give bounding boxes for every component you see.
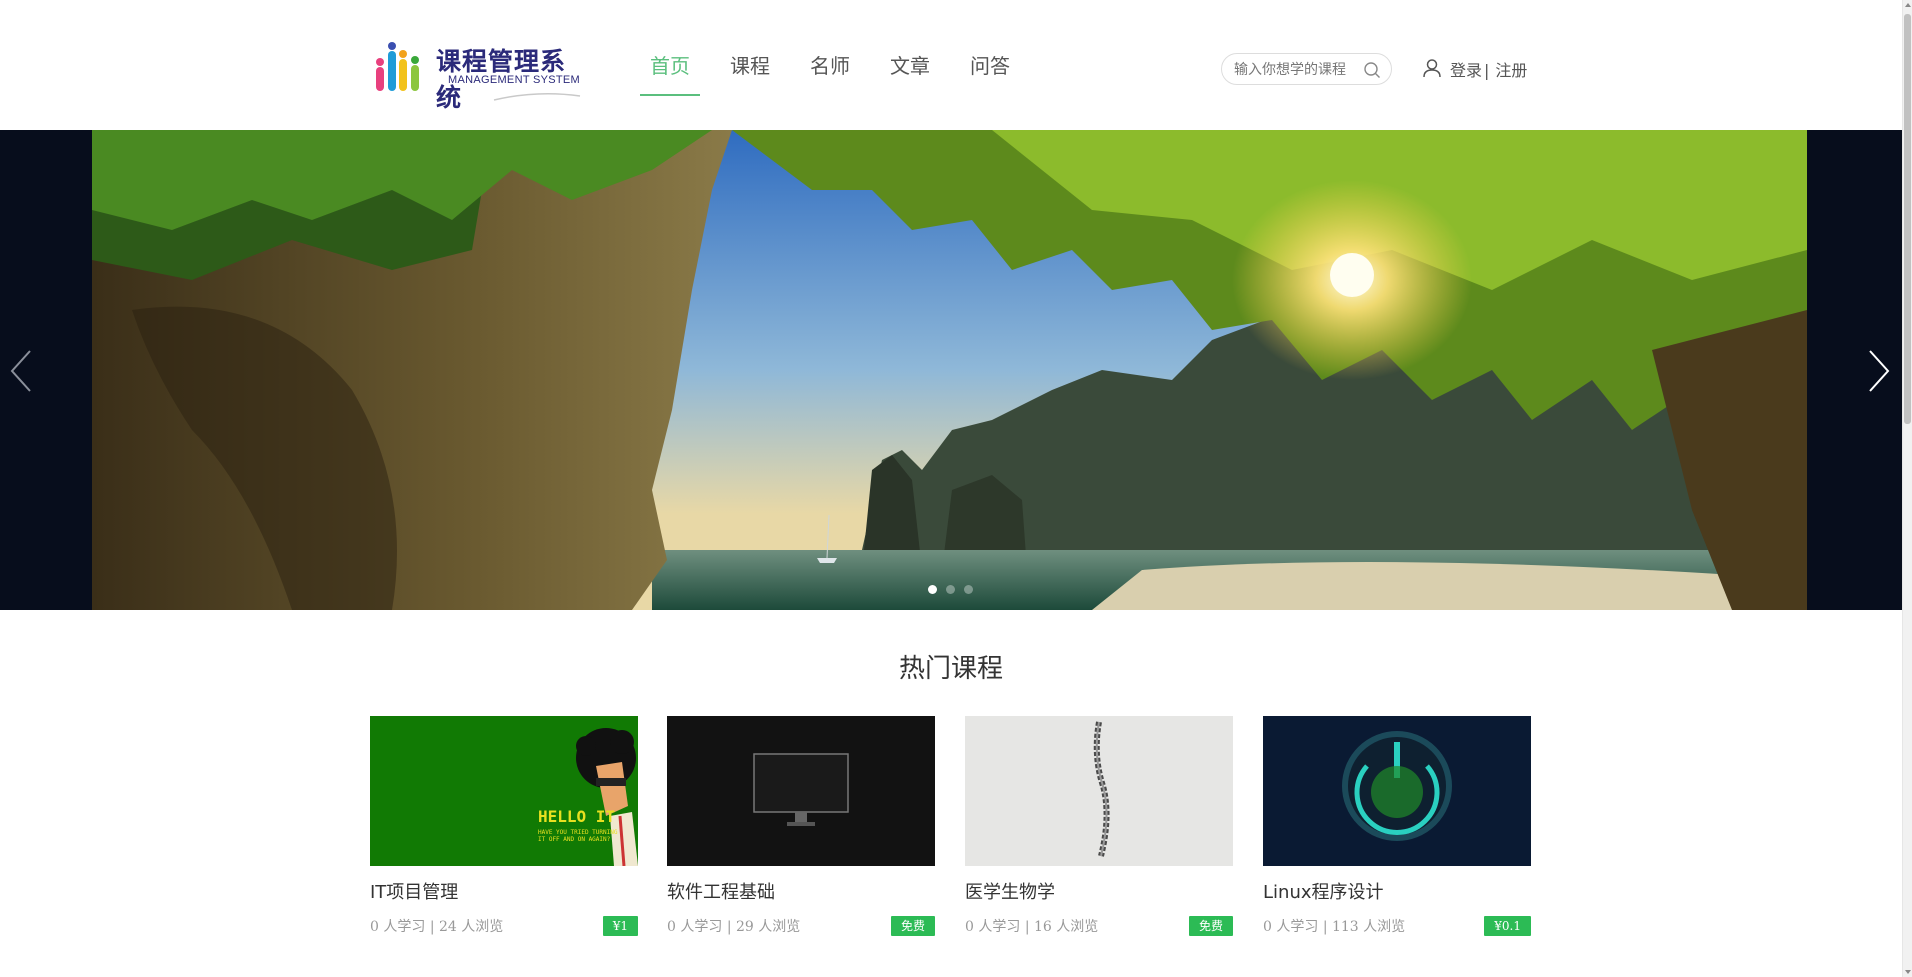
course-title[interactable]: IT项目管理 (370, 878, 638, 903)
auth-separator: | (1484, 61, 1490, 80)
nav-articles[interactable]: 文章 (890, 50, 930, 96)
scrollbar-thumb[interactable] (1904, 14, 1911, 424)
course-card[interactable]: HELLO IT HAVE YOU TRIED TURNING IT OFF A… (370, 716, 638, 936)
meta-separator: | (726, 919, 732, 935)
hero-carousel (0, 130, 1902, 610)
course-meta: 0 人学习 | 29 人浏览 免费 (667, 916, 935, 936)
course-thumbnail[interactable] (1263, 716, 1531, 866)
search-box (1221, 53, 1392, 85)
meta-separator: | (1024, 919, 1030, 935)
course-thumbnail[interactable] (965, 716, 1233, 866)
course-thumbnail[interactable]: HELLO IT HAVE YOU TRIED TURNING IT OFF A… (370, 716, 638, 866)
chevron-right-icon[interactable] (1866, 348, 1892, 394)
course-title[interactable]: 软件工程基础 (667, 878, 935, 903)
nav-courses[interactable]: 课程 (730, 50, 770, 96)
course-meta: 0 人学习 | 24 人浏览 ¥1 (370, 916, 638, 936)
course-card[interactable]: 医学生物学 0 人学习 | 16 人浏览 免费 (965, 716, 1233, 936)
logo-subtitle: MANAGEMENT SYSTEM (448, 74, 581, 86)
search-icon[interactable] (1363, 61, 1381, 79)
price-badge: 免费 (1188, 916, 1233, 936)
course-learners: 0 人学习 (965, 919, 1021, 935)
login-link[interactable]: 登录 (1450, 61, 1482, 80)
course-meta: 0 人学习 | 113 人浏览 ¥0.1 (1263, 916, 1531, 936)
svg-text:HELLO IT: HELLO IT (538, 807, 615, 826)
site-logo[interactable]: 课程管理系统 MANAGEMENT SYSTEM (372, 38, 582, 112)
course-meta: 0 人学习 | 16 人浏览 免费 (965, 916, 1233, 936)
course-title[interactable]: 医学生物学 (965, 878, 1233, 903)
course-card[interactable]: 软件工程基础 0 人学习 | 29 人浏览 免费 (667, 716, 935, 936)
course-views: 113 人浏览 (1331, 919, 1406, 935)
user-icon (1423, 59, 1441, 78)
course-views: 24 人浏览 (438, 919, 504, 935)
scroll-down-icon[interactable] (1905, 970, 1911, 974)
page-scrollbar[interactable] (1902, 0, 1912, 977)
carousel-indicators (928, 585, 982, 594)
logo-figures-icon (376, 42, 419, 91)
svg-text:IT OFF AND ON AGAIN?: IT OFF AND ON AGAIN? (538, 836, 611, 843)
search-input[interactable] (1234, 60, 1364, 80)
meta-separator: | (429, 919, 435, 935)
price-badge: ¥0.1 (1484, 916, 1531, 936)
course-views: 29 人浏览 (735, 919, 801, 935)
logo-swoosh-icon (493, 93, 581, 101)
meta-separator: | (1322, 919, 1328, 935)
course-learners: 0 人学习 (667, 919, 723, 935)
nav-home[interactable]: 首页 (640, 50, 700, 96)
course-thumbnail[interactable] (667, 716, 935, 866)
auth-links: 登录 | 注册 (1450, 57, 1527, 81)
carousel-dot-1[interactable] (928, 585, 937, 594)
course-views: 16 人浏览 (1033, 919, 1099, 935)
carousel-dot-2[interactable] (946, 585, 955, 594)
register-link[interactable]: 注册 (1495, 61, 1527, 80)
section-title-hot-courses: 热门课程 (898, 654, 1003, 684)
site-header: 课程管理系统 MANAGEMENT SYSTEM 首页 课程 名师 文章 问答 … (0, 0, 1902, 130)
course-card[interactable]: Linux程序设计 0 人学习 | 113 人浏览 ¥0.1 (1263, 716, 1531, 936)
course-learners: 0 人学习 (1263, 919, 1319, 935)
svg-text:HAVE YOU TRIED TURNING: HAVE YOU TRIED TURNING (538, 829, 618, 836)
price-badge: ¥1 (602, 916, 638, 936)
chevron-left-icon[interactable] (8, 348, 34, 394)
course-learners: 0 人学习 (370, 919, 426, 935)
nav-qa[interactable]: 问答 (970, 50, 1010, 96)
scroll-up-icon[interactable] (1905, 3, 1911, 7)
course-title[interactable]: Linux程序设计 (1263, 878, 1531, 903)
main-nav: 首页 课程 名师 文章 问答 (640, 50, 1050, 96)
carousel-slide-image[interactable] (92, 130, 1807, 610)
nav-teachers[interactable]: 名师 (810, 50, 850, 96)
price-badge: 免费 (890, 916, 935, 936)
carousel-dot-3[interactable] (964, 585, 973, 594)
